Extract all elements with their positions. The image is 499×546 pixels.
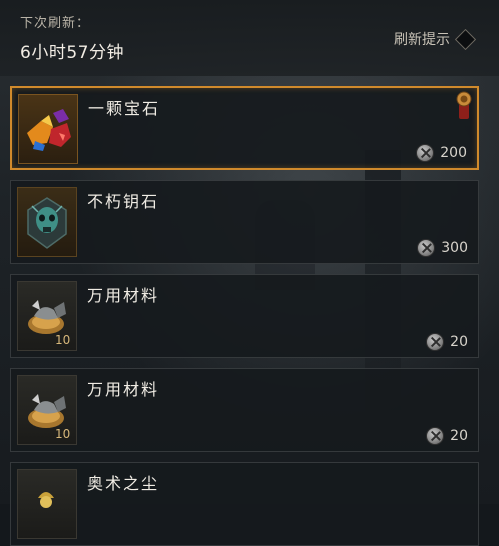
item-icon-frame [17,469,77,539]
item-name: 一颗宝石 [88,99,161,118]
item-name: 万用材料 [87,380,160,399]
bookmark-badge-icon [456,91,472,119]
shop-item-list: 一颗宝石 200 不朽钥石 300 10 万用材料 20 10 万用材料 20 … [0,0,499,546]
stack-count: 10 [55,333,71,347]
item-icon-frame [18,94,78,164]
item-price: 20 [426,333,468,351]
material-icon [28,394,66,428]
shop-item-key-stone[interactable]: 不朽钥石 300 [10,180,479,264]
item-price: 300 [417,239,468,257]
currency-coin-icon [417,239,436,257]
currency-coin-icon [426,427,445,445]
key-stone-icon [27,197,67,249]
currency-coin-icon [416,144,435,162]
price-value: 300 [441,240,468,256]
arcane-dust-icon [38,492,54,508]
shop-item-material[interactable]: 10 万用材料 20 [10,368,479,452]
price-value: 20 [450,428,468,444]
shop-item-gem[interactable]: 一颗宝石 200 [10,86,479,170]
gem-icon [27,109,71,151]
item-price: 20 [426,427,468,445]
item-name: 奥术之尘 [87,474,160,493]
stack-count: 10 [55,427,71,441]
item-name: 万用材料 [87,286,160,305]
shop-item-arcane-dust[interactable]: 奥术之尘 [10,462,479,546]
item-price: 200 [416,144,467,162]
item-icon-frame [17,187,77,257]
shop-item-material[interactable]: 10 万用材料 20 [10,274,479,358]
currency-coin-icon [426,333,445,351]
material-icon [28,300,66,334]
price-value: 200 [440,145,467,161]
item-name: 不朽钥石 [87,192,160,211]
price-value: 20 [450,334,468,350]
